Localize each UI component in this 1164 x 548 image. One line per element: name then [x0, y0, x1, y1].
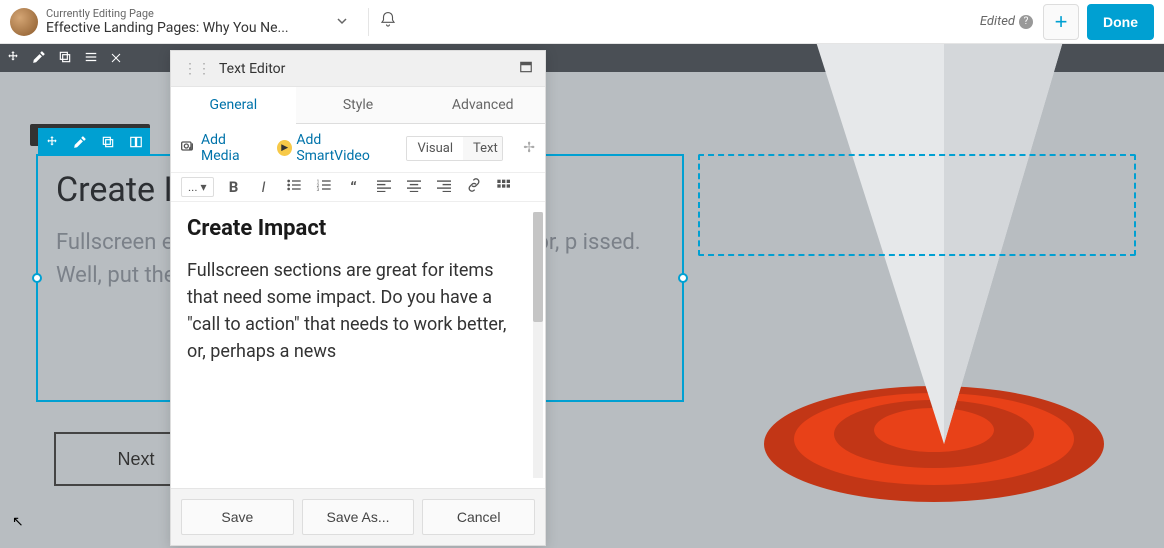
row-menu-icon[interactable] — [84, 49, 98, 68]
format-dropdown[interactable]: ... ▾ — [181, 177, 214, 197]
row-settings-icon[interactable] — [32, 49, 46, 68]
editor-mode-tabs: Visual Text — [406, 136, 503, 161]
number-list-icon[interactable]: 123 — [314, 178, 334, 196]
edited-indicator: Edited ? — [980, 14, 1033, 29]
save-button[interactable]: Save — [181, 499, 294, 535]
module-settings-icon[interactable] — [66, 128, 94, 156]
content-body: Fullscreen sections are great for items … — [187, 257, 529, 365]
builder-canvas[interactable]: Text Editor Settings Create I Fullscreen… — [0, 44, 1164, 548]
add-smartvideo-label: Add SmartVideo — [296, 132, 392, 164]
align-left-icon[interactable] — [374, 178, 394, 196]
close-row-icon[interactable] — [110, 49, 122, 68]
move-module-icon[interactable] — [38, 128, 66, 156]
camera-music-icon — [181, 139, 197, 157]
help-icon[interactable]: ? — [1019, 15, 1033, 29]
column-layout-icon[interactable] — [122, 128, 150, 156]
tab-advanced[interactable]: Advanced — [420, 87, 545, 124]
italic-icon[interactable]: I — [254, 178, 274, 196]
notifications-icon[interactable] — [379, 11, 397, 33]
hero-illustration — [604, 44, 1164, 548]
tab-general[interactable]: General — [171, 87, 296, 124]
app-logo — [10, 8, 38, 36]
play-icon: ▶ — [277, 140, 292, 156]
editor-settings-icon[interactable]: ✢ — [523, 140, 535, 156]
add-media-button[interactable]: Add Media — [181, 132, 263, 164]
cancel-button[interactable]: Cancel — [422, 499, 535, 535]
empty-column-dropzone[interactable] — [698, 154, 1136, 256]
content-heading: Create Impact — [187, 216, 529, 241]
bold-icon[interactable]: B — [224, 178, 244, 196]
resize-handle-right[interactable] — [678, 273, 688, 283]
panel-drag-handle-icon[interactable]: ⋮⋮ — [183, 61, 211, 77]
bullet-list-icon[interactable] — [284, 178, 304, 196]
formatting-toolbar: ... ▾ B I 123 “ — [171, 173, 545, 202]
edited-label: Edited — [980, 14, 1015, 29]
text-editor-panel: ⋮⋮ Text Editor General Style Advanced Ad… — [170, 50, 546, 546]
rich-text-content[interactable]: Create Impact Fullscreen sections are gr… — [171, 202, 545, 488]
resize-handle-left[interactable] — [32, 273, 42, 283]
editor-footer: Save Save As... Cancel — [171, 488, 545, 545]
move-row-icon[interactable] — [6, 49, 20, 68]
page-title: Effective Landing Pages: Why You Ne... — [46, 20, 326, 36]
cursor-icon: ↖ — [12, 514, 24, 530]
align-center-icon[interactable] — [404, 178, 424, 196]
align-right-icon[interactable] — [434, 178, 454, 196]
currently-editing-label: Currently Editing Page — [46, 7, 326, 20]
divider — [368, 8, 369, 36]
panel-title: Text Editor — [219, 61, 519, 77]
add-content-button[interactable]: + — [1043, 4, 1079, 40]
title-dropdown-chevron[interactable] — [326, 6, 358, 37]
svg-text:3: 3 — [316, 187, 319, 192]
add-media-label: Add Media — [201, 132, 263, 164]
module-toolbar — [38, 128, 150, 156]
mode-text[interactable]: Text — [463, 137, 503, 160]
link-icon[interactable] — [464, 178, 484, 196]
done-button[interactable]: Done — [1087, 4, 1154, 40]
blockquote-icon[interactable]: “ — [344, 178, 364, 197]
mode-visual[interactable]: Visual — [407, 137, 463, 160]
tab-style[interactable]: Style — [296, 87, 421, 124]
editor-tabs: General Style Advanced — [171, 87, 545, 124]
add-smartvideo-button[interactable]: ▶ Add SmartVideo — [277, 132, 392, 164]
save-as-button[interactable]: Save As... — [302, 499, 415, 535]
scrollbar-thumb[interactable] — [533, 212, 543, 322]
duplicate-module-icon[interactable] — [94, 128, 122, 156]
toolbar-toggle-icon[interactable] — [494, 178, 514, 196]
page-title-block[interactable]: Currently Editing Page Effective Landing… — [46, 7, 326, 36]
expand-panel-icon[interactable] — [519, 59, 533, 78]
duplicate-row-icon[interactable] — [58, 49, 72, 68]
